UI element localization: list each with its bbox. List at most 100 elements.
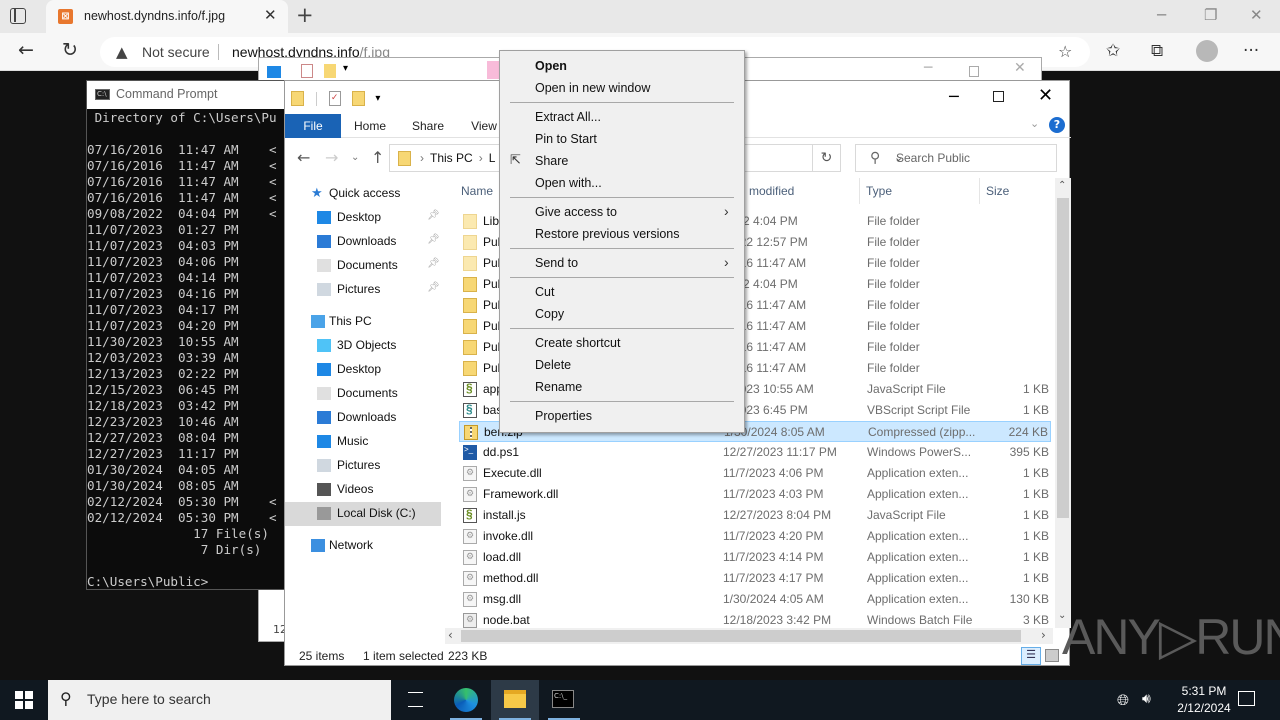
scroll-up-icon[interactable]: ⌃ — [1058, 180, 1066, 191]
menu-item-send-to[interactable]: Send to › — [502, 252, 742, 274]
volume-icon[interactable]: 🔊︎ — [1142, 691, 1151, 707]
browser-minimize-button[interactable]: ─ — [1157, 6, 1166, 24]
tab-close-icon[interactable]: ✕ — [264, 6, 277, 24]
tab-home[interactable]: Home — [345, 114, 395, 138]
file-row[interactable]: method.dll 11/7/2023 4:17 PM Application e… — [459, 568, 1051, 589]
cmd-taskbar-button[interactable]: C:\_ — [540, 680, 588, 720]
file-row[interactable]: load.dll 11/7/2023 4:14 PM Application ext… — [459, 547, 1051, 568]
add-favorite-icon[interactable]: ☆ — [1058, 42, 1072, 61]
new-folder-icon[interactable] — [352, 91, 366, 106]
nav-pc-videos[interactable]: Videos — [285, 478, 441, 502]
profile-avatar[interactable] — [1196, 40, 1218, 62]
column-divider[interactable] — [859, 178, 860, 204]
task-view-button[interactable] — [392, 680, 440, 720]
browser-tab[interactable]: ⊠ newhost.dyndns.info/f.jpg ✕ — [46, 0, 288, 33]
clock-date[interactable]: 2/12/2024 — [1170, 701, 1238, 715]
cmd-titlebar[interactable]: C:\ Command Prompt — [87, 81, 287, 109]
search-input[interactable]: ⚲ Search Public — [855, 144, 1057, 172]
back-arrow-icon[interactable]: ← — [297, 148, 310, 167]
file-row[interactable]: Framework.dll 11/7/2023 4:03 PM Applicatio… — [459, 484, 1051, 505]
file-row[interactable]: invoke.dll 11/7/2023 4:20 PM Application e… — [459, 526, 1051, 547]
vertical-scroll-thumb[interactable] — [1057, 198, 1069, 518]
menu-item-give-access-to[interactable]: Give access to › — [502, 201, 742, 223]
tab-actions-icon[interactable] — [10, 8, 26, 24]
nav-pc-pictures[interactable]: Pictures — [285, 454, 441, 478]
security-label[interactable]: Not secure — [142, 44, 210, 60]
help-icon[interactable]: ? — [1049, 117, 1065, 133]
breadcrumb-local[interactable]: L — [489, 151, 496, 165]
edge-taskbar-button[interactable] — [442, 680, 490, 720]
tab-share[interactable]: Share — [403, 114, 453, 138]
scroll-right-icon[interactable]: › — [1041, 628, 1046, 642]
pin-icon[interactable]: 📌︎ — [427, 282, 440, 293]
collections-icon[interactable]: ⧉ — [1151, 41, 1163, 61]
nav-pc-downloads[interactable]: Downloads — [285, 406, 441, 430]
file-row[interactable]: msg.dll 1/30/2024 4:05 AM Application exte… — [459, 589, 1051, 610]
minimize-button[interactable]: ─ — [949, 87, 959, 106]
bg-minimize-button[interactable]: ─ — [924, 60, 932, 76]
browser-close-button[interactable]: ✕ — [1250, 6, 1263, 24]
nav-pc-music[interactable]: Music — [285, 430, 441, 454]
file-row[interactable]: install.js 12/27/2023 8:04 PM JavaScript F… — [459, 505, 1051, 526]
file-row[interactable]: dd.ps1 12/27/2023 11:17 PM Windows PowerS.… — [459, 442, 1051, 463]
column-divider[interactable] — [979, 178, 980, 204]
windows-start-icon[interactable] — [15, 691, 33, 709]
pin-icon[interactable]: 📌︎ — [427, 210, 440, 221]
menu-item-rename[interactable]: Rename — [502, 376, 742, 398]
nav-quick-access[interactable]: ★ Quick access — [285, 182, 441, 206]
recent-locations-icon[interactable]: ⌄ — [351, 152, 359, 163]
more-menu-icon[interactable]: ··· — [1243, 41, 1259, 61]
explorer-taskbar-button[interactable] — [491, 680, 539, 720]
nav-pc-3d-objects[interactable]: 3D Objects — [285, 334, 441, 358]
nav-this-pc[interactable]: This PC — [285, 310, 441, 334]
ribbon-expand-icon[interactable]: ⌄ — [1030, 117, 1039, 130]
bg-maximize-button[interactable] — [969, 66, 979, 77]
pin-icon[interactable]: 📌︎ — [427, 234, 440, 245]
menu-item-open[interactable]: Open — [502, 55, 742, 77]
menu-item-open-in-new-window[interactable]: Open in new window — [502, 77, 742, 99]
nav-quick-desktop[interactable]: Desktop 📌︎ — [285, 206, 441, 230]
large-icons-view-icon[interactable] — [1045, 649, 1059, 662]
nav-network[interactable]: Network — [285, 534, 441, 558]
refresh-icon[interactable]: ↻ — [813, 144, 841, 172]
vertical-scrollbar[interactable]: ⌃ ⌄ — [1055, 178, 1071, 628]
horizontal-scrollbar[interactable]: ‹ › — [445, 628, 1053, 644]
nav-quick-pictures[interactable]: Pictures 📌︎ — [285, 278, 441, 302]
up-arrow-icon[interactable]: ↑ — [371, 148, 384, 167]
menu-item-open-with[interactable]: Open with... — [502, 172, 742, 194]
new-tab-button[interactable]: + — [296, 3, 314, 27]
close-button[interactable]: ✕ — [1038, 85, 1053, 106]
breadcrumb-this-pc[interactable]: This PC — [430, 151, 473, 165]
tab-file[interactable]: File — [285, 114, 341, 138]
nav-pc-local-disk-c[interactable]: Local Disk (C:) — [285, 502, 441, 526]
column-type[interactable]: Type — [866, 184, 892, 198]
menu-item-restore-previous-versions[interactable]: Restore previous versions — [502, 223, 742, 245]
details-view-icon[interactable]: ☰ — [1021, 647, 1041, 665]
properties-icon[interactable]: ✓ — [328, 91, 341, 106]
horizontal-scroll-thumb[interactable] — [461, 630, 1021, 642]
favorites-icon[interactable]: ✩ — [1106, 41, 1120, 61]
taskbar-search-box[interactable]: ⚲ Type here to search — [48, 680, 391, 720]
bg-close-button[interactable]: ✕ — [1014, 60, 1026, 76]
notifications-icon[interactable] — [1238, 691, 1255, 706]
back-button[interactable]: ← — [18, 39, 34, 61]
menu-item-copy[interactable]: Copy — [502, 303, 742, 325]
refresh-button[interactable]: ↻ — [62, 39, 78, 61]
qat-dropdown-icon[interactable]: ▾ — [343, 63, 348, 74]
column-name[interactable]: Name — [461, 184, 493, 198]
pin-icon[interactable]: 📌︎ — [427, 258, 440, 269]
menu-item-share[interactable]: ⇱ Share — [502, 150, 742, 172]
forward-arrow-icon[interactable]: → — [325, 148, 338, 167]
menu-item-delete[interactable]: Delete — [502, 354, 742, 376]
command-prompt-window[interactable]: C:\ Command Prompt Directory of C:\Users… — [86, 80, 287, 590]
clock-time[interactable]: 5:31 PM — [1170, 684, 1238, 698]
browser-restore-button[interactable]: ❐ — [1204, 6, 1217, 24]
menu-item-properties[interactable]: Properties — [502, 405, 742, 427]
nav-quick-documents[interactable]: Documents 📌︎ — [285, 254, 441, 278]
network-icon[interactable]: 🌐︎ — [1117, 691, 1129, 709]
maximize-button[interactable] — [993, 91, 1004, 102]
scroll-left-icon[interactable]: ‹ — [448, 628, 453, 642]
menu-item-extract-all[interactable]: Extract All... — [502, 106, 742, 128]
menu-item-pin-to-start[interactable]: Pin to Start — [502, 128, 742, 150]
column-date-modified[interactable]: modified — [749, 184, 794, 198]
